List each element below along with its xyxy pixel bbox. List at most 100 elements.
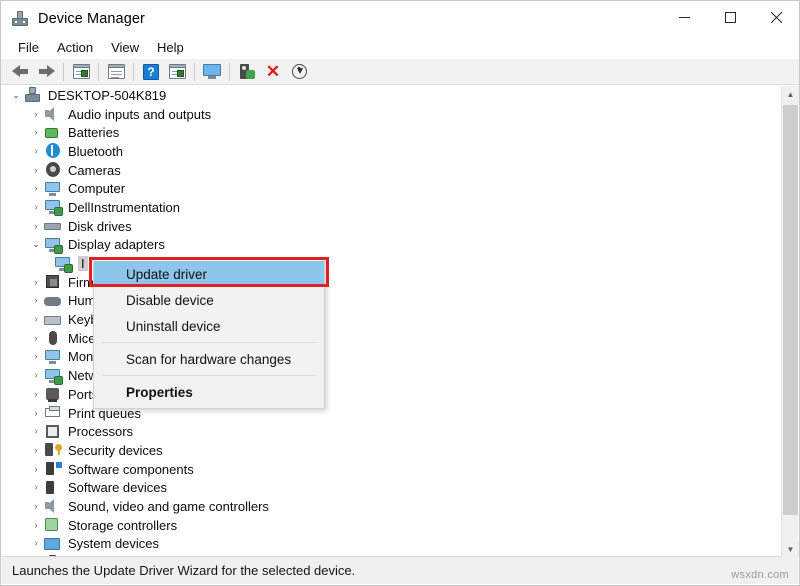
tree-item-storage-controllers[interactable]: › Storage controllers [2, 516, 783, 535]
hid-gamepad-icon [44, 293, 62, 309]
chevron-right-icon[interactable]: › [28, 278, 44, 287]
context-menu-item-scan-hardware-changes[interactable]: Scan for hardware changes [94, 346, 324, 372]
chevron-right-icon[interactable]: › [28, 427, 44, 436]
vertical-scrollbar[interactable]: ▲ ▼ [781, 86, 798, 558]
speaker-icon [44, 106, 62, 122]
chevron-right-icon[interactable]: › [28, 296, 44, 305]
port-icon [44, 386, 62, 402]
tree-item-label: Audio inputs and outputs [68, 108, 211, 121]
tree-root-item[interactable]: ⌄ DESKTOP-504K819 [2, 86, 783, 105]
device-manager-window: Device Manager File Action View Help [0, 0, 800, 586]
network-adapter-icon [44, 368, 62, 384]
chevron-right-icon[interactable]: › [28, 128, 44, 137]
chevron-right-icon[interactable]: › [28, 502, 44, 511]
tree-item-computer[interactable]: › Computer [2, 179, 783, 198]
chevron-right-icon[interactable]: › [28, 147, 44, 156]
tree-item-dellinstrumentation[interactable]: › DellInstrumentation [2, 198, 783, 217]
chevron-right-icon[interactable]: › [28, 203, 44, 212]
context-menu[interactable]: Update driver Disable device Uninstall d… [93, 258, 325, 409]
chevron-right-icon[interactable]: › [28, 222, 44, 231]
disable-device-button[interactable] [286, 60, 312, 84]
chevron-right-icon[interactable]: › [28, 483, 44, 492]
chevron-right-icon[interactable]: › [28, 184, 44, 193]
properties-button[interactable] [103, 60, 129, 84]
maximize-button[interactable] [707, 1, 753, 34]
chevron-right-icon[interactable]: › [28, 315, 44, 324]
chevron-right-icon[interactable]: › [28, 390, 44, 399]
tree-item-label: Processors [68, 425, 133, 438]
tree-item-label: System devices [68, 537, 159, 550]
tree-item-display-adapters[interactable]: ⌄ Display adapters [2, 236, 783, 255]
context-menu-item-properties[interactable]: Properties [94, 379, 324, 405]
tree-item-label: Batteries [68, 126, 119, 139]
tree-item-label: Security devices [68, 444, 163, 457]
help-button[interactable]: ? [138, 60, 164, 84]
tree-item-label: DellInstrumentation [68, 201, 180, 214]
show-hide-console-tree-button[interactable] [68, 60, 94, 84]
back-button[interactable] [7, 60, 33, 84]
toolbar-separator [63, 63, 64, 81]
scroll-up-icon[interactable]: ▲ [782, 86, 799, 103]
close-button[interactable] [753, 1, 799, 34]
mouse-icon [44, 330, 62, 346]
tree-item-bluetooth[interactable]: › Bluetooth [2, 142, 783, 161]
scan-hardware-changes-button[interactable] [199, 60, 225, 84]
chevron-right-icon[interactable]: › [28, 465, 44, 474]
tree-item-processors[interactable]: › Processors [2, 422, 783, 441]
enable-device-icon [240, 64, 254, 80]
tree-item-label: Bluetooth [68, 145, 123, 158]
tree-item-label: Software components [68, 463, 194, 476]
chevron-down-icon[interactable]: ⌄ [8, 91, 24, 100]
computer-icon [24, 87, 42, 103]
tree-item-label: Cameras [68, 164, 121, 177]
tree-item-audio[interactable]: › Audio inputs and outputs [2, 105, 783, 124]
tree-item-cameras[interactable]: › Cameras [2, 161, 783, 180]
scrollbar-thumb[interactable] [783, 105, 798, 515]
chevron-right-icon[interactable]: › [28, 166, 44, 175]
window-title: Device Manager [38, 11, 145, 27]
help-question-icon: ? [143, 64, 159, 80]
context-menu-item-update-driver[interactable]: Update driver [94, 261, 324, 287]
context-menu-item-uninstall-device[interactable]: Uninstall device [94, 313, 324, 339]
chevron-right-icon[interactable]: › [28, 409, 44, 418]
toolbar-separator [194, 63, 195, 81]
context-menu-item-label: Update driver [126, 267, 207, 282]
chevron-right-icon[interactable]: › [28, 334, 44, 343]
menu-file[interactable]: File [9, 38, 48, 57]
enable-device-button[interactable] [234, 60, 260, 84]
context-menu-item-disable-device[interactable]: Disable device [94, 287, 324, 313]
tree-item-security-devices[interactable]: › Security devices [2, 441, 783, 460]
tree-item-label: Computer [68, 182, 125, 195]
chevron-right-icon[interactable]: › [28, 521, 44, 530]
scroll-down-icon[interactable]: ▼ [782, 541, 799, 558]
chevron-down-icon[interactable]: ⌄ [28, 240, 44, 249]
forward-button[interactable] [33, 60, 59, 84]
context-menu-separator [102, 342, 316, 343]
chevron-right-icon[interactable]: › [28, 539, 44, 548]
display-adapter-device-icon [54, 256, 72, 272]
minimize-button[interactable] [661, 1, 707, 34]
update-driver-button[interactable] [164, 60, 190, 84]
menu-help[interactable]: Help [148, 38, 193, 57]
tree-item-system-devices[interactable]: › System devices [2, 535, 783, 554]
menu-view[interactable]: View [102, 38, 148, 57]
dell-instrumentation-icon [44, 199, 62, 215]
toolbar-separator [98, 63, 99, 81]
back-arrow-icon [12, 65, 29, 78]
tree-item-software-components[interactable]: › Software components [2, 460, 783, 479]
processor-icon [44, 424, 62, 440]
tree-item-sound-video-game[interactable]: › Sound, video and game controllers [2, 497, 783, 516]
tree-item-disk-drives[interactable]: › Disk drives [2, 217, 783, 236]
menu-action[interactable]: Action [48, 38, 102, 57]
battery-icon [44, 125, 62, 141]
red-x-icon: ✕ [266, 63, 280, 80]
context-menu-item-label: Properties [126, 385, 193, 400]
tree-item-software-devices[interactable]: › Software devices [2, 478, 783, 497]
chevron-right-icon[interactable]: › [28, 352, 44, 361]
chevron-right-icon[interactable]: › [28, 110, 44, 119]
tree-item-batteries[interactable]: › Batteries [2, 123, 783, 142]
forward-arrow-icon [38, 65, 55, 78]
uninstall-device-button[interactable]: ✕ [260, 60, 286, 84]
chevron-right-icon[interactable]: › [28, 446, 44, 455]
chevron-right-icon[interactable]: › [28, 371, 44, 380]
